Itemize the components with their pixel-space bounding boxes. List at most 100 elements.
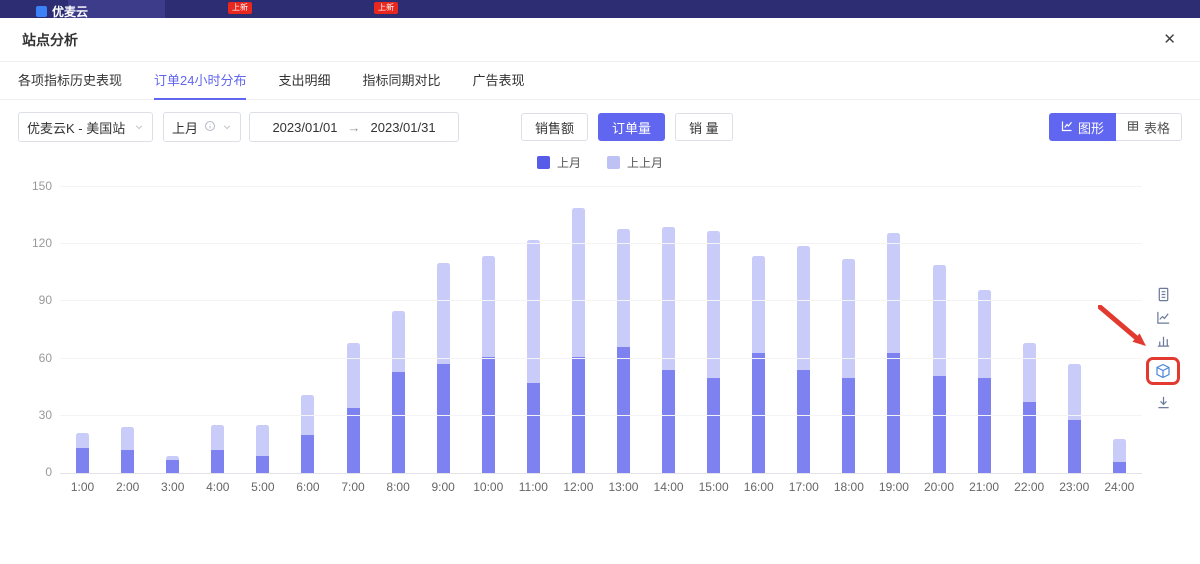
legend-item-1[interactable]: 上上月 xyxy=(607,154,663,171)
x-tick-label: 9:00 xyxy=(431,480,455,494)
stacked-bar[interactable] xyxy=(121,187,135,473)
stacked-bar[interactable] xyxy=(166,187,180,473)
bar-column xyxy=(691,187,736,473)
tab-1[interactable]: 订单24小时分布 xyxy=(154,62,247,100)
x-tick-label: 12:00 xyxy=(563,480,594,494)
bar-segment xyxy=(256,425,270,456)
stacked-bar[interactable] xyxy=(391,187,405,473)
view-toggle-0[interactable]: 图形 xyxy=(1048,113,1116,141)
stacked-bar[interactable] xyxy=(616,187,630,473)
bar-segment xyxy=(1022,402,1036,473)
bar-segment xyxy=(977,289,991,378)
bar-column xyxy=(195,187,240,473)
bar-column xyxy=(376,187,421,473)
bar-chart-plot xyxy=(60,187,1142,473)
stacked-bar[interactable] xyxy=(1022,187,1036,473)
x-tick-label: 10:00 xyxy=(473,480,504,494)
x-tick-label: 18:00 xyxy=(833,480,864,494)
bar-segment xyxy=(752,255,766,353)
bar-column xyxy=(871,187,916,473)
cube-icon[interactable] xyxy=(1146,357,1180,385)
stacked-bar[interactable] xyxy=(797,187,811,473)
metric-button-1[interactable]: 订单量 xyxy=(598,113,666,141)
view-toggle-1[interactable]: 表格 xyxy=(1115,113,1182,141)
date-range-picker[interactable]: 2023/01/01 → 2023/01/31 xyxy=(249,112,460,142)
bar-segment xyxy=(211,425,225,451)
site-select[interactable]: 优麦云K - 美国站 xyxy=(18,112,153,142)
period-select[interactable]: 上月 xyxy=(163,112,242,142)
bar-column xyxy=(781,187,826,473)
legend-label: 上月 xyxy=(556,156,581,170)
bar-column xyxy=(556,187,601,473)
bar-segment xyxy=(752,352,766,473)
stacked-bar[interactable] xyxy=(526,187,540,473)
bar-segment xyxy=(571,207,585,357)
tabs: 各项指标历史表现 订单24小时分布 支出明细 指标同期对比 广告表现 xyxy=(0,62,1200,100)
tab-3[interactable]: 指标同期对比 xyxy=(363,62,441,99)
logo-icon xyxy=(36,6,47,17)
close-icon[interactable]: ✕ xyxy=(1163,32,1176,47)
bar-segment xyxy=(121,450,135,473)
bar-segment xyxy=(887,232,901,353)
legend-item-0[interactable]: 上月 xyxy=(536,154,581,171)
y-tick-label: 90 xyxy=(38,293,52,308)
logo[interactable]: 优麦云 xyxy=(36,3,88,20)
stacked-bar[interactable] xyxy=(481,187,495,473)
stacked-bar[interactable] xyxy=(571,187,585,473)
arrow-right-icon: → xyxy=(347,119,361,135)
stacked-bar[interactable] xyxy=(436,187,450,473)
metric-button-0[interactable]: 销售额 xyxy=(521,113,589,141)
stacked-bar[interactable] xyxy=(977,187,991,473)
stacked-bar[interactable] xyxy=(346,187,360,473)
x-tick-label: 19:00 xyxy=(878,480,909,494)
x-tick-label: 21:00 xyxy=(969,480,1000,494)
bar-column xyxy=(150,187,195,473)
x-tick-label: 5:00 xyxy=(251,480,275,494)
stacked-bar[interactable] xyxy=(301,187,315,473)
line-chart-icon xyxy=(1061,120,1073,135)
stacked-bar[interactable] xyxy=(1112,187,1126,473)
document-icon[interactable] xyxy=(1153,286,1173,302)
y-tick-label: 60 xyxy=(38,350,52,365)
bar-column xyxy=(1097,187,1142,473)
tab-0[interactable]: 各项指标历史表现 xyxy=(18,62,122,99)
line-chart-icon[interactable] xyxy=(1153,309,1173,325)
modal-header: 站点分析 ✕ xyxy=(0,18,1200,62)
topbar: 优麦云 上新 上新 xyxy=(0,0,1200,20)
date-start: 2023/01/01 xyxy=(272,119,338,135)
bar-segment xyxy=(932,265,946,376)
bar-segment xyxy=(526,383,540,473)
x-tick-label: 1:00 xyxy=(70,480,95,494)
x-tick-label: 16:00 xyxy=(743,480,774,494)
bar-chart: 0 30 60 90 120 150 xyxy=(32,179,1142,479)
stacked-bar[interactable] xyxy=(211,187,225,473)
view-toggle-label: 表格 xyxy=(1143,120,1170,136)
stacked-bar[interactable] xyxy=(842,187,856,473)
stacked-bar[interactable] xyxy=(887,187,901,473)
stacked-bar[interactable] xyxy=(707,187,721,473)
gridline xyxy=(60,414,1142,416)
stacked-bar[interactable] xyxy=(1067,187,1081,473)
x-axis-labels: 1:00 2:00 3:00 4:00 5:00 6:00 7:00 8:00 9:00 10:0… xyxy=(60,480,1142,494)
tab-4[interactable]: 广告表现 xyxy=(473,62,525,99)
view-toggle-label: 图形 xyxy=(1077,120,1104,136)
bar-column xyxy=(60,187,105,473)
bar-segment xyxy=(707,377,721,473)
bar-chart-icon[interactable] xyxy=(1153,332,1173,348)
stacked-bar[interactable] xyxy=(752,187,766,473)
x-tick-label: 6:00 xyxy=(296,480,320,494)
tab-2[interactable]: 支出明细 xyxy=(278,62,330,99)
legend-swatch xyxy=(607,156,620,169)
stacked-bar[interactable] xyxy=(76,187,90,473)
stacked-bar[interactable] xyxy=(932,187,946,473)
download-icon[interactable] xyxy=(1153,394,1173,410)
x-tick-label: 11:00 xyxy=(518,480,548,494)
metric-button-2[interactable]: 销 量 xyxy=(675,113,733,141)
stacked-bar[interactable] xyxy=(662,187,676,473)
stacked-bar[interactable] xyxy=(256,187,270,473)
site-select-value: 优麦云K - 美国站 xyxy=(27,120,126,136)
bar-segment xyxy=(211,450,225,473)
date-end: 2023/01/31 xyxy=(370,119,436,135)
x-tick-label: 8:00 xyxy=(386,480,410,494)
logo-text: 优麦云 xyxy=(52,5,89,19)
